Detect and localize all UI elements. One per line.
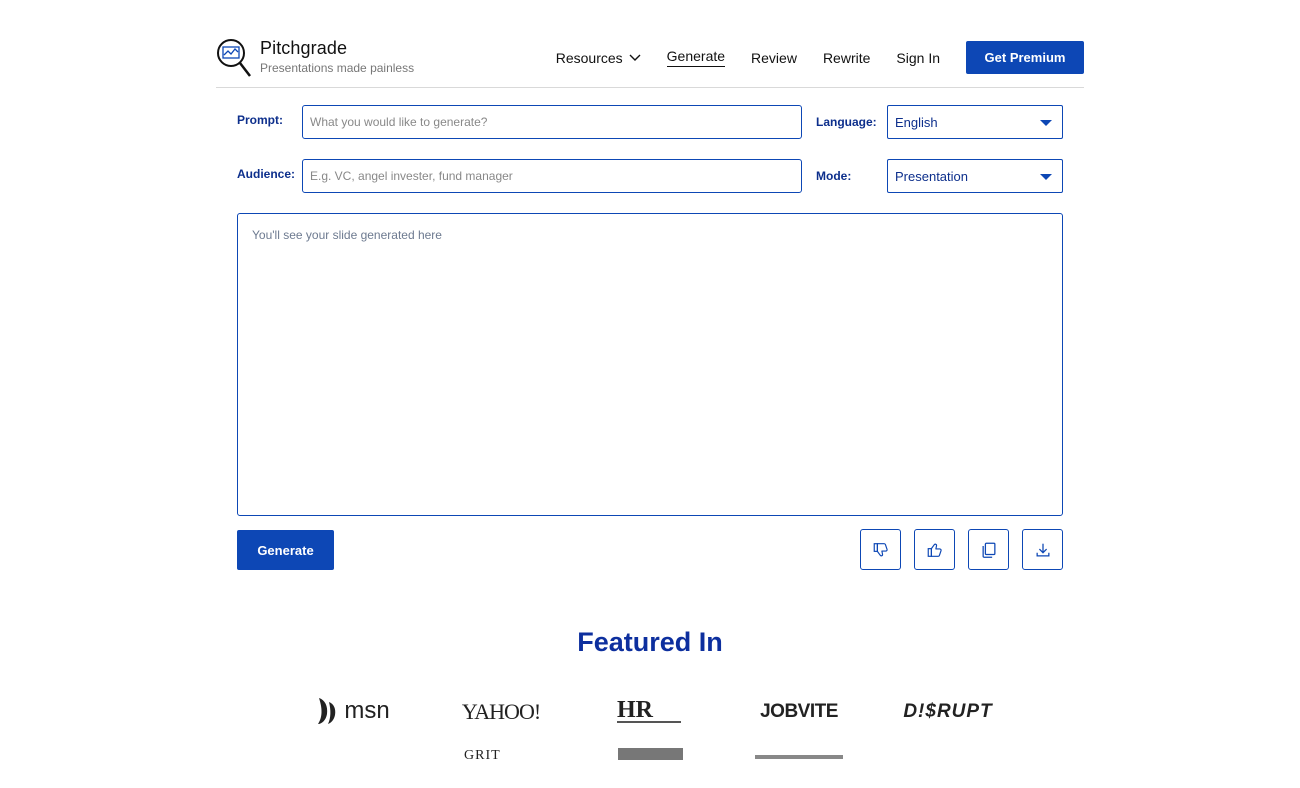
nav-review[interactable]: Review	[751, 41, 797, 74]
featured-in-heading: Featured In	[577, 627, 723, 657]
thumbs-up-button[interactable]	[914, 529, 955, 570]
nav-rewrite[interactable]: Rewrite	[823, 41, 870, 74]
disrupt-logo: D!$RUPT	[903, 701, 993, 722]
get-premium-button[interactable]: Get Premium	[966, 41, 1084, 74]
nav-rewrite-label: Rewrite	[822, 49, 871, 66]
caret-down-icon	[1040, 120, 1052, 126]
language-select[interactable]: English	[887, 105, 1063, 139]
nav-resources[interactable]: Resources	[556, 41, 641, 74]
nav-generate[interactable]: Generate	[666, 41, 726, 74]
brand[interactable]: Pitchgrade Presentations made painless	[260, 38, 414, 75]
mode-selected-value: Presentation	[895, 168, 968, 184]
copy-button[interactable]	[968, 529, 1009, 570]
nav-sign-in-label: Sign In	[896, 49, 940, 66]
mode-label: Mode:	[816, 169, 852, 183]
language-label: Language:	[816, 115, 877, 129]
generate-button[interactable]: Generate	[237, 530, 334, 570]
shrm-logo	[618, 748, 683, 760]
thumbs-down-icon	[873, 542, 888, 556]
brand-tagline: Presentations made painless	[260, 61, 415, 75]
prompt-input[interactable]	[303, 106, 801, 138]
nav-generate-label: Generate	[666, 48, 726, 67]
svg-text:HR: HR	[617, 697, 654, 723]
language-selected-value: English	[895, 114, 938, 130]
jobvite-logo: JOBVITE	[760, 701, 838, 722]
press-logo-partial	[755, 755, 843, 759]
thumbs-up-icon	[927, 543, 942, 557]
download-button[interactable]	[1022, 529, 1063, 570]
msn-butterfly-icon	[318, 698, 336, 724]
grit-daily-logo: GRIT DAILY	[464, 748, 501, 760]
download-icon	[1036, 543, 1049, 556]
chevron-down-icon	[629, 54, 641, 61]
prompt-label: Prompt:	[237, 113, 283, 127]
caret-down-icon	[1040, 174, 1052, 180]
nav-resources-label: Resources	[555, 49, 623, 66]
nav-sign-in[interactable]: Sign In	[896, 41, 940, 74]
msn-logo: msn	[316, 694, 390, 728]
site-header: Pitchgrade Presentations made painless R…	[216, 36, 1084, 88]
main-nav: Resources Generate Review Rewrite Sign I…	[556, 41, 1084, 74]
audience-label: Audience:	[237, 167, 296, 181]
audience-field	[302, 159, 802, 193]
hr-com-logo-mark: HR	[617, 697, 681, 723]
slide-output-area[interactable]: You'll see your slide generated here	[237, 213, 1063, 516]
audience-input[interactable]	[303, 160, 801, 192]
copy-icon	[982, 542, 995, 558]
hr-com-logo: HR	[615, 695, 685, 727]
mode-select[interactable]: Presentation	[887, 159, 1063, 193]
brand-name: Pitchgrade	[260, 38, 348, 58]
msn-logo-text: msn	[344, 697, 390, 724]
pitchgrade-logo-icon[interactable]	[216, 38, 252, 78]
thumbs-down-button[interactable]	[860, 529, 901, 570]
output-placeholder: You'll see your slide generated here	[252, 228, 442, 242]
prompt-field	[302, 105, 802, 139]
yahoo-logo: YAHOO!	[461, 699, 541, 724]
nav-review-label: Review	[751, 49, 797, 66]
